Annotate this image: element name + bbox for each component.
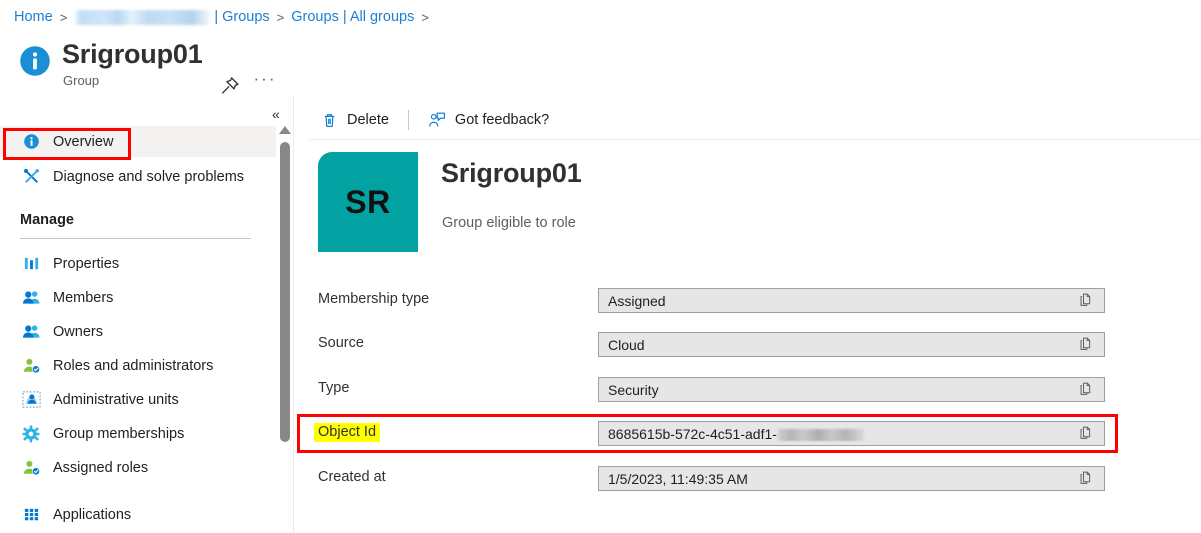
breadcrumb-separator-1: > — [59, 9, 68, 25]
info-icon — [18, 44, 52, 78]
trash-icon — [320, 111, 338, 129]
copy-icon[interactable] — [1078, 425, 1096, 443]
identity-description: Group eligible to role — [442, 215, 576, 231]
scrollbar-thumb[interactable] — [280, 142, 290, 442]
sidebar-section-manage: Manage — [20, 212, 74, 228]
ellipsis-icon[interactable]: ··· — [253, 70, 277, 96]
copy-icon[interactable] — [1078, 470, 1096, 488]
sidebar-item-owners[interactable]: Owners — [0, 316, 276, 347]
sidebar-item-label: Owners — [53, 323, 103, 340]
avatar: SR — [318, 152, 418, 252]
copy-icon[interactable] — [1078, 336, 1096, 354]
breadcrumb: Home > | Groups > Groups | All groups > — [14, 5, 436, 29]
sidebar-item-administrative-units[interactable]: Administrative units — [0, 384, 276, 415]
nav-border — [293, 96, 294, 533]
breadcrumb-separator-3: > — [421, 9, 429, 25]
object-id-text: 8685615b-572c-4c51-adf1- — [608, 425, 777, 442]
sidebar-item-label: Members — [53, 289, 114, 306]
identity-name: Srigroup01 — [441, 158, 582, 188]
property-row-source: Source Cloud — [318, 332, 1108, 358]
left-nav: Overview Diagnose and solve problems Man… — [0, 96, 276, 533]
sidebar-scrollbar[interactable] — [278, 126, 292, 533]
page-title: Srigroup01 — [62, 39, 203, 69]
owners-people-icon — [21, 322, 41, 342]
sidebar-item-label: Diagnose and solve problems — [53, 168, 245, 185]
apps-grid-icon — [21, 505, 41, 525]
property-row-created-at: Created at 1/5/2023, 11:49:35 AM — [318, 466, 1108, 492]
sidebar-item-label: Assigned roles — [53, 459, 149, 476]
role-person-icon — [21, 356, 41, 376]
property-label: Created at — [318, 469, 386, 485]
sidebar-item-assigned-roles[interactable]: Assigned roles — [0, 452, 276, 483]
members-people-icon — [21, 288, 41, 308]
command-bar: Delete Got feedback? — [310, 104, 559, 136]
gear-icon — [21, 424, 41, 444]
assigned-role-person-icon — [21, 458, 41, 478]
sidebar-item-roles-and-administrators[interactable]: Roles and administrators — [0, 350, 276, 381]
property-label: Type — [318, 380, 350, 396]
command-bar-divider — [310, 139, 1201, 140]
delete-button[interactable]: Delete — [310, 104, 399, 136]
sidebar-item-label: Properties — [53, 255, 120, 272]
feedback-person-icon — [428, 111, 446, 129]
sidebar-item-label: Overview — [53, 133, 114, 150]
property-value: 1/5/2023, 11:49:35 AM — [608, 470, 748, 487]
breadcrumb-tenant-label[interactable]: | Groups — [214, 9, 269, 25]
sidebar-item-applications[interactable]: Applications — [0, 499, 276, 530]
breadcrumb-tenant-redacted — [74, 9, 211, 25]
copy-icon[interactable] — [1078, 292, 1096, 310]
sidebar-item-label: Group memberships — [53, 425, 185, 442]
property-field[interactable]: Cloud — [598, 332, 1105, 357]
sidebar-item-overview[interactable]: Overview — [0, 126, 276, 157]
property-value-object-id: 8685615b-572c-4c51-adf1- — [599, 426, 866, 442]
command-bar-separator — [407, 110, 409, 130]
property-label-object-id: Object Id — [314, 423, 381, 442]
object-id-redacted — [777, 428, 866, 441]
got-feedback-button-label: Got feedback? — [454, 112, 550, 128]
property-field[interactable]: 1/5/2023, 11:49:35 AM — [598, 466, 1105, 491]
sidebar-item-diagnose-and-solve-problems[interactable]: Diagnose and solve problems — [0, 161, 276, 192]
delete-button-label: Delete — [347, 112, 389, 128]
administrative-units-icon — [21, 390, 41, 410]
sidebar-item-label: Administrative units — [53, 391, 179, 408]
collapse-panel-icon[interactable]: « — [272, 104, 292, 124]
pin-icon[interactable] — [218, 74, 242, 98]
property-value: Assigned — [608, 292, 666, 309]
wrench-screwdriver-icon — [21, 167, 41, 187]
property-field[interactable]: Security — [598, 377, 1105, 402]
breadcrumb-home[interactable]: Home — [14, 9, 53, 25]
info-icon — [21, 132, 41, 152]
property-field[interactable]: Assigned — [598, 288, 1105, 313]
property-row-membership-type: Membership type Assigned — [318, 288, 1108, 314]
sidebar-item-label: Roles and administrators — [53, 357, 214, 374]
sidebar-item-label: Applications — [53, 506, 132, 523]
breadcrumb-separator-2: > — [276, 9, 285, 25]
breadcrumb-all-groups[interactable]: Groups | All groups — [291, 9, 414, 25]
scroll-up-arrow-icon[interactable] — [279, 126, 291, 134]
breadcrumb-tenant[interactable]: | Groups — [74, 9, 270, 25]
property-label: Source — [318, 335, 364, 351]
got-feedback-button[interactable]: Got feedback? — [418, 104, 559, 136]
property-field-object-id[interactable]: 8685615b-572c-4c51-adf1- — [598, 421, 1105, 446]
sidebar-item-group-memberships[interactable]: Group memberships — [0, 418, 276, 449]
page-subtitle: Group — [63, 73, 100, 88]
property-row-type: Type Security — [318, 377, 1108, 403]
page-header: Srigroup01 Group ··· — [0, 33, 1201, 94]
sidebar-divider — [20, 238, 251, 239]
copy-icon[interactable] — [1078, 381, 1096, 399]
sidebar-item-properties[interactable]: Properties — [0, 248, 276, 279]
property-row-object-id: Object Id 8685615b-572c-4c51-adf1- — [314, 421, 1108, 447]
properties-bars-icon — [21, 254, 41, 274]
property-label: Membership type — [318, 291, 430, 307]
property-value: Security — [608, 381, 659, 398]
sidebar-item-members[interactable]: Members — [0, 282, 276, 313]
property-value: Cloud — [608, 336, 645, 353]
